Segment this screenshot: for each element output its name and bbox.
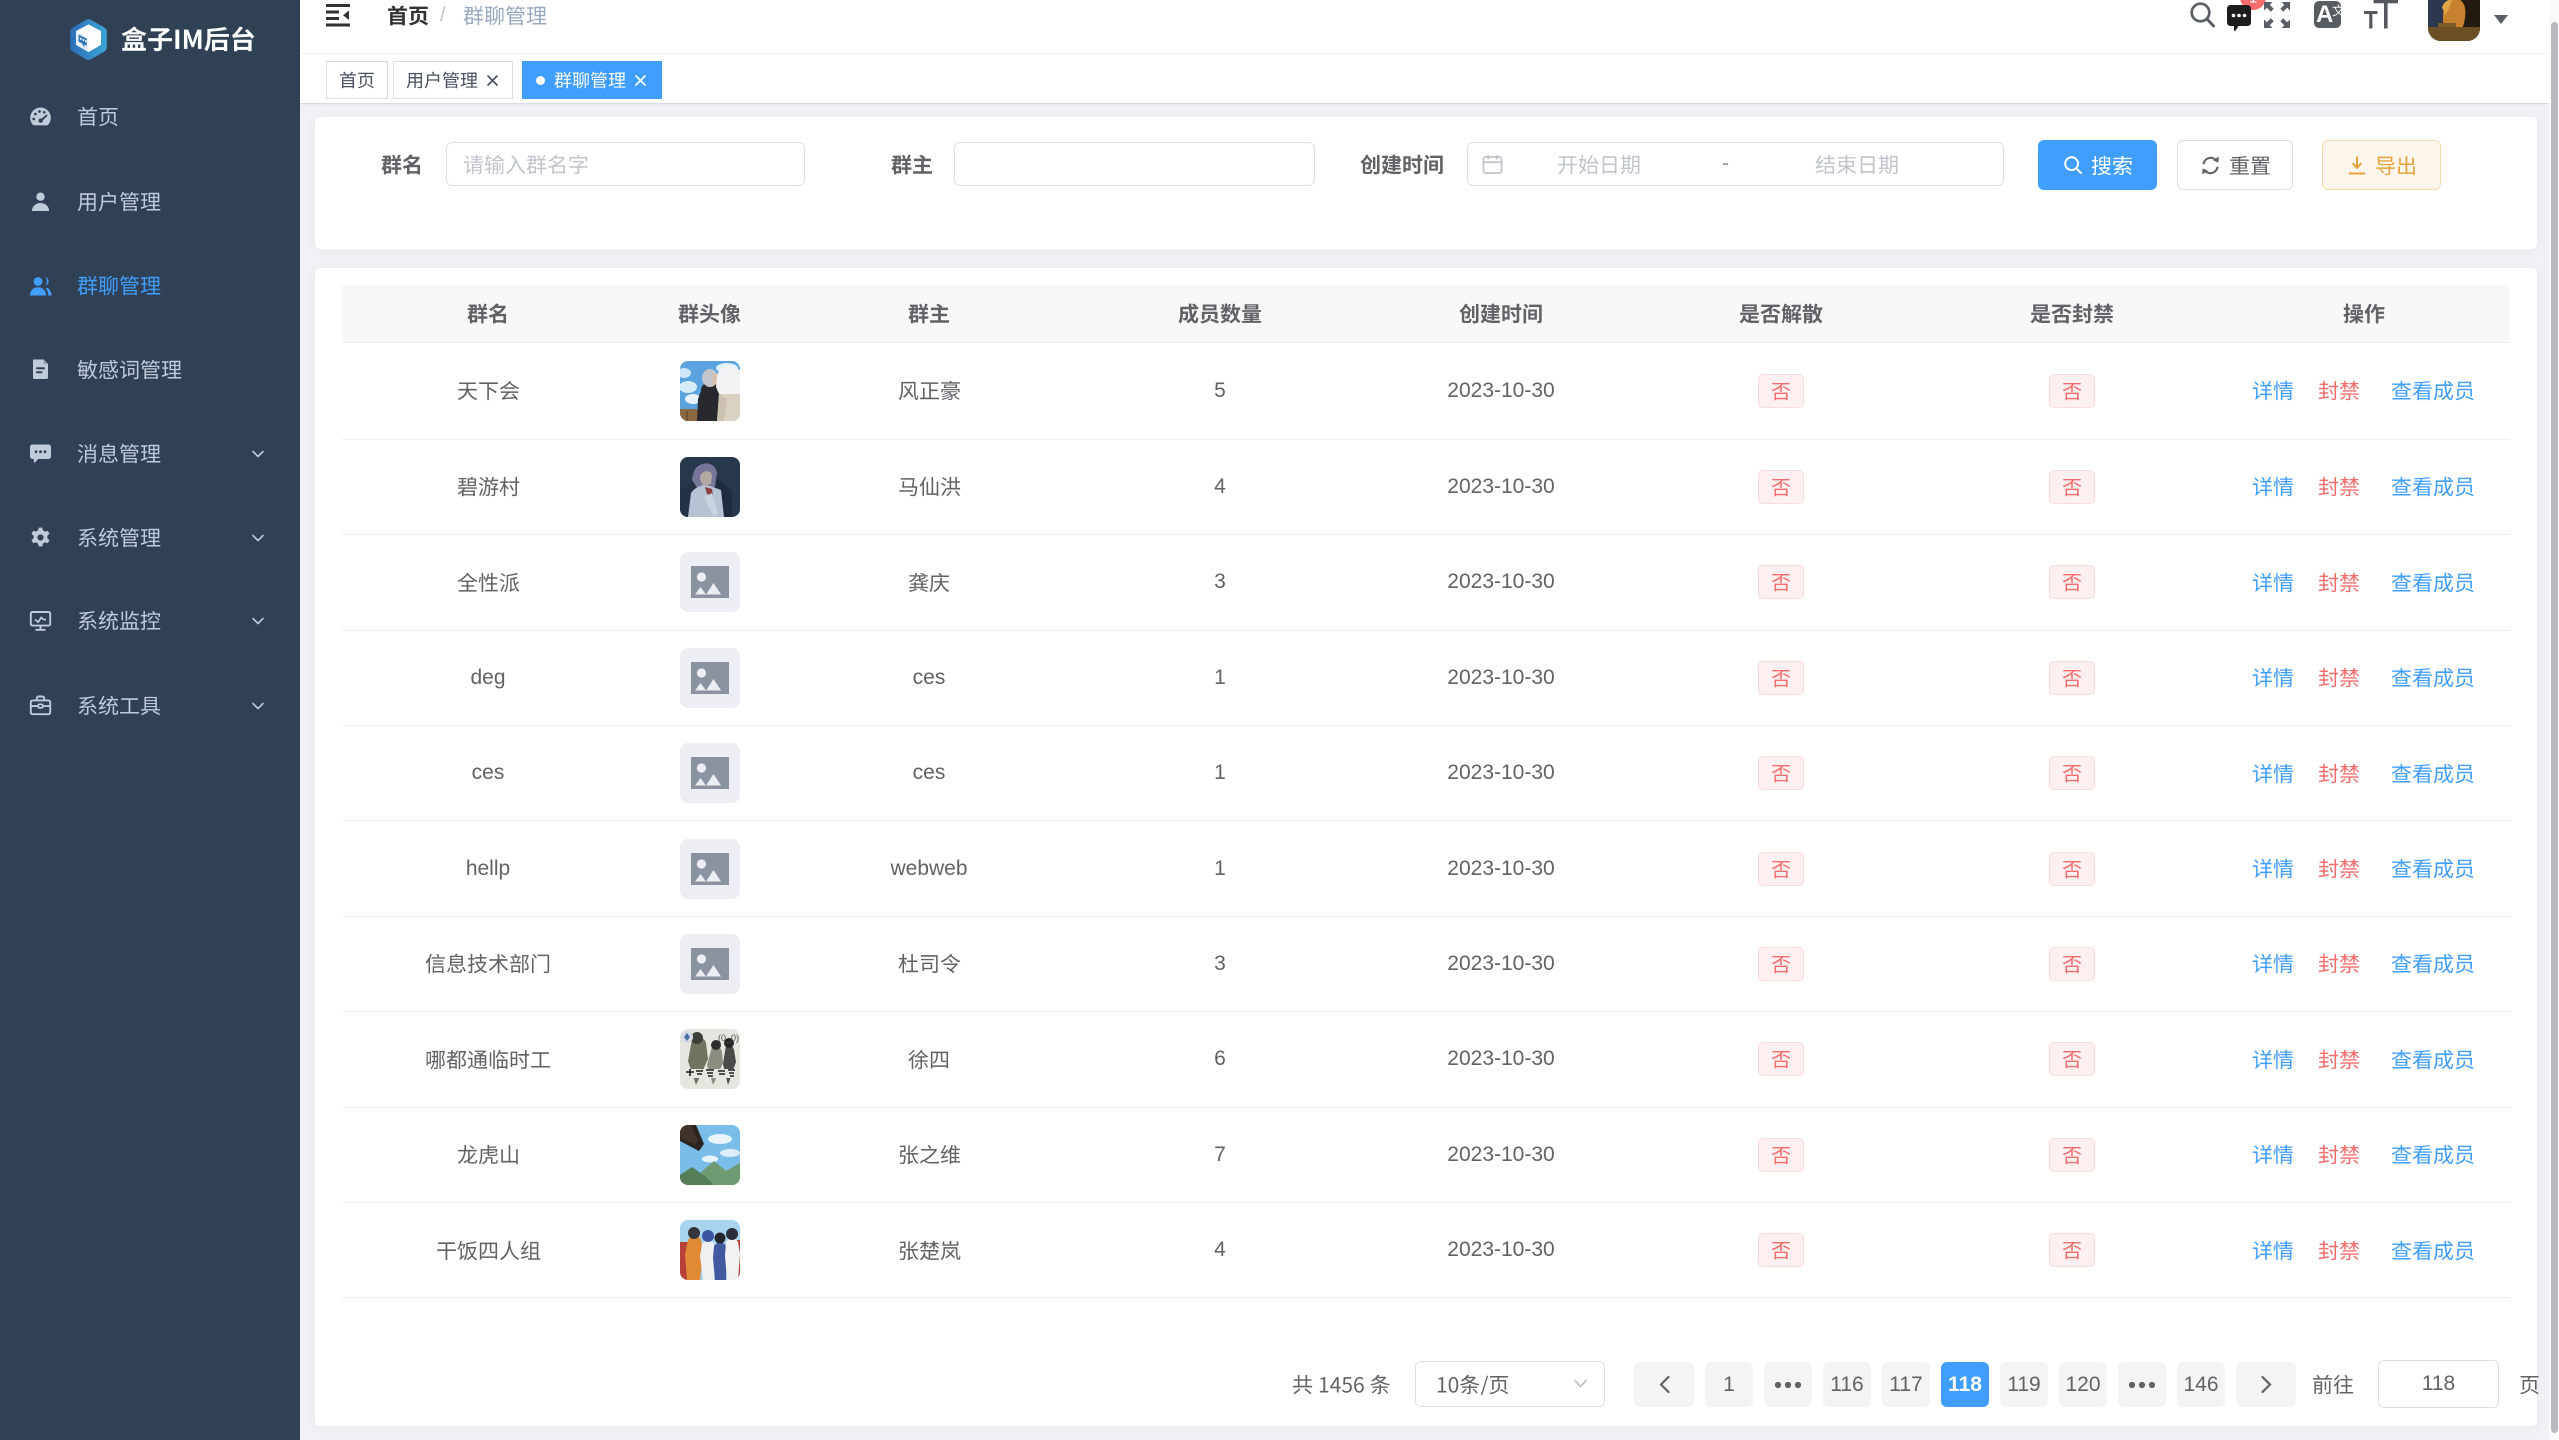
svg-text:(0_0): (0_0) [718, 1033, 739, 1043]
svg-text:1: 1 [2249, 0, 2257, 7]
